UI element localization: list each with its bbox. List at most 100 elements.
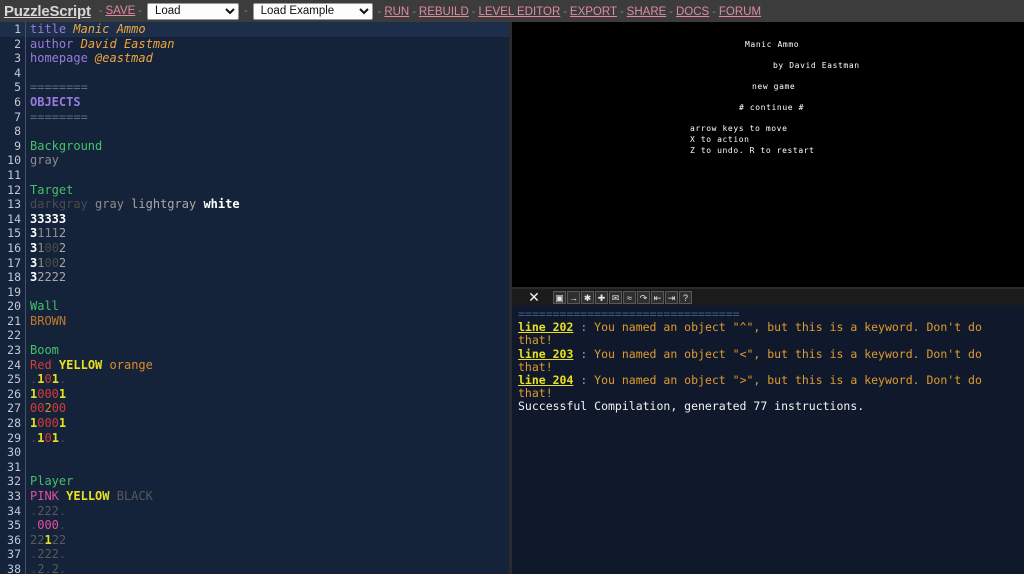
step-list-icon[interactable]: ⇥ bbox=[665, 291, 678, 304]
code-text[interactable]: title Manic Ammo bbox=[26, 22, 146, 37]
code-text[interactable]: homepage @eastmad bbox=[26, 51, 153, 66]
code-text[interactable]: 31002 bbox=[26, 241, 66, 256]
code-line[interactable]: 23Boom bbox=[0, 343, 509, 358]
code-line[interactable]: 5======== bbox=[0, 80, 509, 95]
code-line[interactable]: 3homepage @eastmad bbox=[0, 51, 509, 66]
code-text[interactable]: 10001 bbox=[26, 416, 66, 431]
step-back-icon[interactable]: ⇤ bbox=[651, 291, 664, 304]
arrow-right-icon[interactable]: → bbox=[567, 291, 580, 304]
code-line[interactable]: 20Wall bbox=[0, 299, 509, 314]
console-output[interactable]: ================================ line 20… bbox=[512, 305, 1024, 574]
code-line[interactable]: 24Red YELLOW orange bbox=[0, 358, 509, 373]
save-link[interactable]: SAVE bbox=[105, 5, 135, 17]
code-line[interactable]: 1731002 bbox=[0, 256, 509, 271]
game-new-game[interactable]: new game bbox=[752, 82, 795, 91]
code-text[interactable]: Target bbox=[26, 183, 73, 198]
code-text[interactable]: BROWN bbox=[26, 314, 66, 329]
code-line[interactable]: 2700200 bbox=[0, 401, 509, 416]
code-line[interactable]: 9Background bbox=[0, 139, 509, 154]
console-line-link[interactable]: line 204 bbox=[518, 373, 573, 387]
toolbar-link-docs[interactable]: DOCS bbox=[676, 6, 709, 18]
code-text[interactable]: .2.2. bbox=[26, 562, 66, 574]
code-line[interactable]: 4 bbox=[0, 66, 509, 81]
code-line[interactable]: 1531112 bbox=[0, 226, 509, 241]
code-editor-pane[interactable]: 1title Manic Ammo2author David Eastman3h… bbox=[0, 22, 509, 574]
toolbar-link-level-editor[interactable]: LEVEL EDITOR bbox=[478, 6, 560, 18]
console-line-link[interactable]: line 202 bbox=[518, 320, 573, 334]
load-example-select[interactable]: Load Example bbox=[253, 3, 373, 20]
code-text[interactable]: 10001 bbox=[26, 387, 66, 402]
code-line[interactable]: 35.000. bbox=[0, 518, 509, 533]
code-line[interactable]: 21BROWN bbox=[0, 314, 509, 329]
code-text[interactable]: Boom bbox=[26, 343, 59, 358]
code-text[interactable]: PINK YELLOW BLACK bbox=[26, 489, 153, 504]
code-line[interactable]: 7======== bbox=[0, 110, 509, 125]
asterisk-icon[interactable]: ✱ bbox=[581, 291, 594, 304]
squint-icon[interactable]: ≈ bbox=[623, 291, 636, 304]
code-text[interactable]: 33333 bbox=[26, 212, 66, 227]
code-text[interactable]: 22122 bbox=[26, 533, 66, 548]
plus-icon[interactable]: ✚ bbox=[595, 291, 608, 304]
toolbar-link-run[interactable]: RUN bbox=[384, 6, 409, 18]
toolbar-link-forum[interactable]: FORUM bbox=[719, 6, 761, 18]
toolbar-link-rebuild[interactable]: REBUILD bbox=[419, 6, 469, 18]
code-text[interactable]: ======== bbox=[26, 110, 88, 125]
code-editor[interactable]: 1title Manic Ammo2author David Eastman3h… bbox=[0, 22, 509, 574]
code-line[interactable]: 29.101. bbox=[0, 431, 509, 446]
code-line[interactable]: 32Player bbox=[0, 474, 509, 489]
code-text[interactable]: .222. bbox=[26, 504, 66, 519]
code-line[interactable]: 33PINK YELLOW BLACK bbox=[0, 489, 509, 504]
code-text[interactable]: .101. bbox=[26, 372, 66, 387]
code-text[interactable]: 32222 bbox=[26, 270, 66, 285]
code-text[interactable]: Background bbox=[26, 139, 102, 154]
code-line[interactable]: 30 bbox=[0, 445, 509, 460]
code-text[interactable]: .000. bbox=[26, 518, 66, 533]
code-text[interactable]: .101. bbox=[26, 431, 66, 446]
code-text[interactable]: 00200 bbox=[26, 401, 66, 416]
code-line[interactable]: 2author David Eastman bbox=[0, 37, 509, 52]
toolbar-link-export[interactable]: EXPORT bbox=[570, 6, 617, 18]
game-canvas[interactable]: Manic Ammo by David Eastman new game # c… bbox=[512, 22, 1024, 287]
code-text[interactable]: 31112 bbox=[26, 226, 66, 241]
code-text[interactable]: ======== bbox=[26, 80, 88, 95]
code-line[interactable]: 22 bbox=[0, 328, 509, 343]
code-line[interactable]: 1title Manic Ammo bbox=[0, 22, 509, 37]
code-line[interactable]: 38.2.2. bbox=[0, 562, 509, 574]
undo-curve-icon[interactable]: ↷ bbox=[637, 291, 650, 304]
code-text[interactable]: Red YELLOW orange bbox=[26, 358, 153, 373]
code-line[interactable]: 19 bbox=[0, 285, 509, 300]
code-line[interactable]: 8 bbox=[0, 124, 509, 139]
code-line[interactable]: 37.222. bbox=[0, 547, 509, 562]
code-line[interactable]: 25.101. bbox=[0, 372, 509, 387]
help-icon[interactable]: ? bbox=[679, 291, 692, 304]
code-text[interactable]: Player bbox=[26, 474, 73, 489]
code-line[interactable]: 3622122 bbox=[0, 533, 509, 548]
code-text[interactable]: author David Eastman bbox=[26, 37, 175, 52]
code-text[interactable]: .222. bbox=[26, 547, 66, 562]
main-split: 1title Manic Ammo2author David Eastman3h… bbox=[0, 22, 1024, 574]
code-line[interactable]: 13darkgray gray lightgray white bbox=[0, 197, 509, 212]
console-line-link[interactable]: line 203 bbox=[518, 347, 573, 361]
code-line[interactable]: 12Target bbox=[0, 183, 509, 198]
code-line[interactable]: 2610001 bbox=[0, 387, 509, 402]
code-text[interactable]: OBJECTS bbox=[26, 95, 81, 110]
code-line[interactable]: 1433333 bbox=[0, 212, 509, 227]
code-text[interactable]: 31002 bbox=[26, 256, 66, 271]
code-text[interactable]: gray bbox=[26, 153, 59, 168]
load-select[interactable]: Load bbox=[147, 3, 239, 20]
code-text[interactable]: darkgray gray lightgray white bbox=[26, 197, 240, 212]
cursor-icon[interactable]: ✉ bbox=[609, 291, 622, 304]
toolbar-link-share[interactable]: SHARE bbox=[627, 6, 667, 18]
code-text[interactable]: Wall bbox=[26, 299, 59, 314]
close-icon[interactable]: ✕ bbox=[526, 291, 542, 304]
code-line[interactable]: 11 bbox=[0, 168, 509, 183]
code-line[interactable]: 2810001 bbox=[0, 416, 509, 431]
restart-icon[interactable]: ▣ bbox=[553, 291, 566, 304]
code-line[interactable]: 10gray bbox=[0, 153, 509, 168]
code-line[interactable]: 1832222 bbox=[0, 270, 509, 285]
code-line[interactable]: 34.222. bbox=[0, 504, 509, 519]
code-line[interactable]: 6OBJECTS bbox=[0, 95, 509, 110]
code-line[interactable]: 1631002 bbox=[0, 241, 509, 256]
code-line[interactable]: 31 bbox=[0, 460, 509, 475]
game-continue[interactable]: # continue # bbox=[739, 103, 804, 112]
